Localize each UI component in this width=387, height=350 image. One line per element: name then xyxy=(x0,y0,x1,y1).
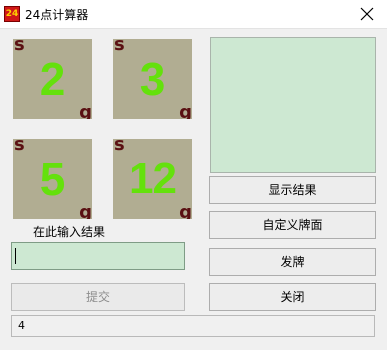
card-unit: g xyxy=(79,102,92,119)
close-icon xyxy=(360,7,374,21)
card-4: s 12 g xyxy=(113,139,192,219)
deal-button[interactable]: 发牌 xyxy=(209,248,376,276)
title-bar: 24 24点计算器 xyxy=(0,0,387,29)
result-display-panel xyxy=(210,37,376,173)
text-caret xyxy=(15,248,16,264)
card-value: 5 xyxy=(39,153,66,205)
window-close-button[interactable] xyxy=(347,0,387,28)
card-unit: g xyxy=(179,102,192,119)
input-label: 在此输入结果 xyxy=(33,225,106,239)
card-1: s 2 g xyxy=(13,39,92,119)
card-unit: g xyxy=(79,202,92,219)
card-value: 2 xyxy=(39,53,66,105)
card-unit: g xyxy=(179,202,192,219)
app-icon: 24 xyxy=(4,6,20,22)
card-3: s 5 g xyxy=(13,139,92,219)
submit-button[interactable]: 提交 xyxy=(11,283,185,311)
card-value: 3 xyxy=(139,53,166,105)
window-title: 24点计算器 xyxy=(25,8,89,22)
card-2: s 3 g xyxy=(113,39,192,119)
close-button[interactable]: 关闭 xyxy=(209,283,376,311)
result-input[interactable] xyxy=(11,242,185,270)
status-bar: 4 xyxy=(11,315,375,337)
card-value: 12 xyxy=(129,154,177,203)
show-result-button[interactable]: 显示结果 xyxy=(209,176,376,204)
custom-cards-button[interactable]: 自定义牌面 xyxy=(209,211,376,239)
